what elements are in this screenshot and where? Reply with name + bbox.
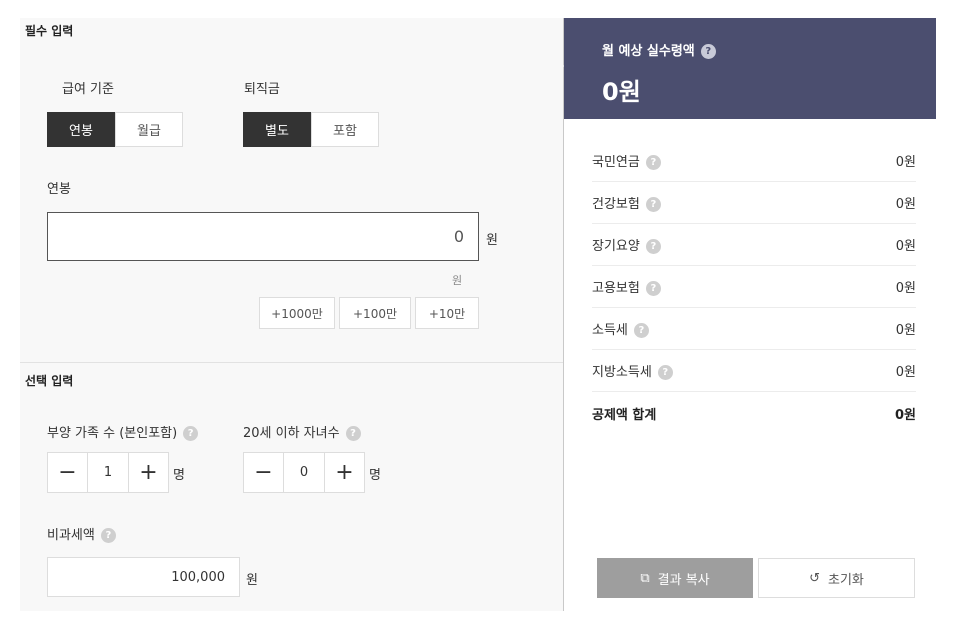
deduction-total-row: 공제액 합계 0원 (592, 392, 916, 434)
pay-basis-monthly-button[interactable]: 월급 (115, 112, 183, 147)
deduction-label: 건강보험? (592, 193, 661, 212)
list-item: 건강보험? 0원 (592, 182, 916, 224)
add-100k-button[interactable]: +10만 (415, 297, 479, 329)
question-mark-icon[interactable]: ? (645, 155, 661, 170)
salary-label: 연봉 (47, 182, 71, 197)
minus-icon: − (58, 460, 77, 485)
deduction-label: 지방소득세? (592, 361, 673, 380)
deduction-label: 장기요양? (592, 235, 661, 254)
pay-basis-annual-button[interactable]: 연봉 (47, 112, 115, 147)
copy-result-label: 결과 복사 (657, 572, 710, 588)
plus-icon: + (139, 460, 158, 485)
result-panel: 월 예상 실수령액? 0원 국민연금? 0원 건강보험? 0원 장기요양? 0원… (556, 18, 936, 611)
dependents-minus-button[interactable]: − (47, 452, 88, 493)
deduction-value: 0원 (895, 155, 916, 170)
deduction-total-value: 0원 (894, 407, 916, 423)
severance-toggle: 별도 포함 (243, 112, 379, 147)
dependents-unit: 명 (173, 468, 185, 483)
dependents-stepper: − 1 + (47, 452, 169, 493)
severance-included-button[interactable]: 포함 (311, 112, 379, 147)
section-divider (20, 362, 563, 363)
pay-basis-toggle: 연봉 월급 (47, 112, 183, 147)
question-mark-icon[interactable]: ? (645, 197, 661, 212)
list-item: 고용보험? 0원 (592, 266, 916, 308)
pointer-caret (556, 58, 564, 74)
question-mark-icon[interactable]: ? (183, 426, 199, 441)
deduction-label: 소득세? (592, 319, 649, 338)
dependents-plus-button[interactable]: + (128, 452, 169, 493)
deduction-label: 고용보험? (592, 277, 661, 296)
list-item: 장기요양? 0원 (592, 224, 916, 266)
copy-icon: ⧉ (640, 570, 650, 586)
salary-unit: 원 (486, 233, 498, 248)
list-item: 소득세? 0원 (592, 308, 916, 350)
deduction-label-text: 고용보험 (592, 281, 640, 296)
children-unit: 명 (369, 468, 381, 483)
optional-section-title: 선택 입력 (25, 374, 74, 388)
question-mark-icon[interactable]: ? (657, 365, 673, 380)
severance-label: 퇴직금 (244, 82, 280, 97)
add-10m-button[interactable]: +1000만 (259, 297, 335, 329)
deduction-total-label: 공제액 합계 (592, 407, 657, 423)
dependents-value[interactable]: 1 (88, 452, 128, 493)
children-minus-button[interactable]: − (243, 452, 284, 493)
question-mark-icon[interactable]: ? (100, 528, 116, 543)
plus-icon: + (335, 460, 354, 485)
children-plus-button[interactable]: + (324, 452, 365, 493)
deduction-value: 0원 (895, 197, 916, 212)
question-mark-icon[interactable]: ? (633, 323, 649, 338)
nontaxable-label: 비과세액? (47, 524, 116, 543)
deduction-label-text: 지방소득세 (592, 365, 652, 380)
nontaxable-input[interactable]: 100,000 (47, 557, 240, 597)
result-header: 월 예상 실수령액? 0원 (556, 18, 936, 119)
severance-separate-button[interactable]: 별도 (243, 112, 311, 147)
result-title-text: 월 예상 실수령액 (602, 44, 695, 59)
input-panel: 필수 입력 급여 기준 연봉 월급 퇴직금 별도 포함 연봉 0 원 원 +10… (20, 18, 563, 611)
list-item: 국민연금? 0원 (592, 140, 916, 182)
deduction-label-text: 소득세 (592, 323, 628, 338)
question-mark-icon[interactable]: ? (645, 239, 661, 254)
add-1m-button[interactable]: +100만 (339, 297, 411, 329)
list-item: 지방소득세? 0원 (592, 350, 916, 392)
children-label-text: 20세 이하 자녀수 (243, 426, 340, 441)
children-value[interactable]: 0 (284, 452, 324, 493)
children-label: 20세 이하 자녀수? (243, 422, 361, 441)
deduction-list: 국민연금? 0원 건강보험? 0원 장기요양? 0원 고용보험? 0원 소득세?… (592, 140, 916, 434)
deduction-label-text: 건강보험 (592, 197, 640, 212)
required-section-title: 필수 입력 (25, 24, 74, 38)
pay-basis-label: 급여 기준 (62, 82, 114, 97)
salary-input[interactable]: 0 (47, 212, 479, 261)
deduction-value: 0원 (895, 239, 916, 254)
deduction-value: 0원 (895, 365, 916, 380)
question-mark-icon[interactable]: ? (645, 281, 661, 296)
refresh-icon: ↺ (809, 570, 820, 586)
reset-button[interactable]: ↺ 초기화 (758, 558, 915, 598)
dependents-label: 부양 가족 수 (본인포함)? (47, 422, 199, 441)
question-mark-icon[interactable]: ? (345, 426, 361, 441)
salary-sub-unit: 원 (452, 274, 463, 287)
dependents-label-text: 부양 가족 수 (본인포함) (47, 426, 178, 441)
result-title: 월 예상 실수령액? (602, 40, 716, 59)
nontaxable-label-text: 비과세액 (47, 528, 95, 543)
copy-result-button[interactable]: ⧉ 결과 복사 (597, 558, 753, 598)
reset-label: 초기화 (828, 572, 864, 588)
children-stepper: − 0 + (243, 452, 365, 493)
question-mark-icon[interactable]: ? (700, 44, 716, 59)
nontaxable-unit: 원 (246, 573, 258, 588)
deduction-value: 0원 (895, 323, 916, 338)
deduction-value: 0원 (895, 281, 916, 296)
minus-icon: − (254, 460, 273, 485)
deduction-label-text: 국민연금 (592, 155, 640, 170)
deduction-label-text: 장기요양 (592, 239, 640, 254)
result-value: 0원 (602, 78, 641, 106)
deduction-label: 국민연금? (592, 151, 661, 170)
